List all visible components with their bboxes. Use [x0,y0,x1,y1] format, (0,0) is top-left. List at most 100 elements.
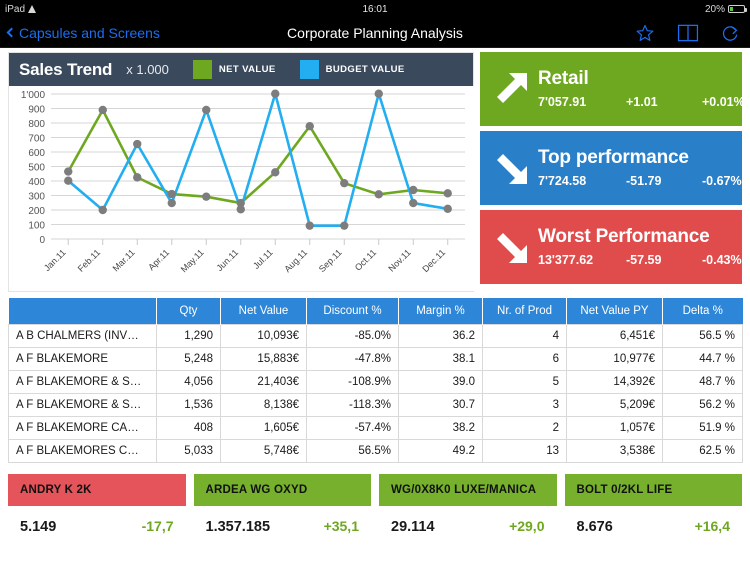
kpi-absolute: -57.59 [626,253,662,268]
row-qty: 4,056 [156,369,221,394]
svg-text:0: 0 [39,235,45,246]
product-tile-name: BOLT 0/2KL LIFE [576,484,673,496]
column-header-nr-of-prod[interactable]: Nr. of Prod [482,298,567,324]
table-row[interactable]: A F BLAKEMORE 5,248 15,883€ -47.8% 38.1 6 10,9… [8,346,743,371]
kpi-numbers: 13'377.62 -57.59 -0.43% [538,253,742,267]
table-row[interactable]: A F BLAKEMORE & S… 4,056 21,403€ -108.9% 39.… [8,369,743,394]
product-tile-delta: +29,0 [509,518,545,534]
row-delta: 56.5 % [662,323,743,348]
column-header-net-value[interactable]: Net Value [220,298,307,324]
row-net-value-py: 14,392€ [566,369,663,394]
row-nr-of-prod: 6 [482,346,567,371]
product-tile[interactable]: ANDRY K 2K 5.149 -17,7 [8,474,186,563]
kpi-card-body: Retail 7'057.91 +1.01 +0.01% [538,56,745,122]
kpi-card-top-performance[interactable]: Top performance 7'724.58 -51.79 -0.67% [480,131,742,205]
row-qty: 5,248 [156,346,221,371]
product-tile-footer: 5.149 -17,7 [8,506,186,535]
row-net-value-py: 5,209€ [566,392,663,417]
table-row[interactable]: A F BLAKEMORE CA… 408 1,605€ -57.4% 38.2 2 1,0… [8,415,743,440]
svg-text:Mar.11: Mar.11 [111,247,137,273]
svg-text:May.11: May.11 [179,247,206,274]
kpi-value: 7'057.91 [538,95,587,110]
product-tile-header: ANDRY K 2K [8,474,186,506]
row-margin: 38.1 [398,346,483,371]
product-tile-delta: +35,1 [323,518,359,534]
column-header-net-value-py[interactable]: Net Value PY [566,298,663,324]
chart-plot-area: 0 100 200 300 400 500 600 700 800 900 1'000 Jan.11 F… [9,86,475,291]
row-nr-of-prod: 5 [482,369,567,394]
data-table-container[interactable]: Qty Net Value Discount % Margin % Nr. of… [8,298,743,468]
arrow-down-right-icon [484,135,538,201]
chart-title: Sales Trend [19,59,113,79]
kpi-card-body: Worst Performance 13'377.62 -57.59 -0.43… [538,214,742,280]
table-header: Qty Net Value Discount % Margin % Nr. of… [8,298,743,324]
kpi-name: Top performance [538,146,689,168]
row-company-name: A F BLAKEMORE & S… [8,369,157,394]
product-tile[interactable]: BOLT 0/2KL LIFE 8.676 +16,4 [564,474,742,563]
row-margin: 36.2 [398,323,483,348]
svg-text:100: 100 [28,221,45,232]
product-tile[interactable]: WG/0X8K0 LUXE/MANICA 29.114 +29,0 [379,474,557,563]
legend-item-net-value: NET VALUE [192,60,276,79]
star-icon[interactable] [635,23,655,43]
row-net-value-py: 6,451€ [566,323,663,348]
product-tile-delta: -17,7 [141,518,174,534]
product-tile-value: 1.357.185 [205,519,271,535]
product-tile-name: ARDEA WG OXYD [205,484,308,496]
svg-text:800: 800 [28,119,45,130]
svg-text:Sep.11: Sep.11 [317,247,344,274]
kpi-value: 13'377.62 [538,253,594,268]
kpi-percent: -0.43% [702,253,742,268]
row-discount: -108.9% [306,369,399,394]
arrow-down-right-icon [484,214,538,280]
table-row[interactable]: A B CHALMERS (INV… 1,290 10,093€ -85.0% 36.2… [8,323,743,348]
sales-trend-chart-panel: Sales Trend x 1.000 NET VALUE BUDGET VAL… [8,52,475,292]
legend-label-net-value: NET VALUE [218,64,276,75]
row-nr-of-prod: 2 [482,415,567,440]
status-bar: iPad 16:01 20% [0,0,750,18]
kpi-numbers: 7'724.58 -51.79 -0.67% [538,174,742,188]
row-delta: 48.7 % [662,369,743,394]
table-row[interactable]: A F BLAKEMORE & S… 1,536 8,138€ -118.3% 30.7… [8,392,743,417]
product-tile-name: WG/0X8K0 LUXE/MANICA [391,484,537,496]
kpi-percent: -0.67% [702,174,742,189]
svg-text:900: 900 [28,105,45,116]
svg-text:200: 200 [28,206,45,217]
kpi-card-retail[interactable]: Retail 7'057.91 +1.01 +0.01% [480,52,745,126]
refresh-icon[interactable] [721,23,740,43]
table-row[interactable]: A F BLAKEMORES C… 5,033 5,748€ 56.5% 49.2 13 3… [8,438,743,463]
row-net-value-py: 3,538€ [566,438,663,463]
row-discount: -57.4% [306,415,399,440]
row-nr-of-prod: 4 [482,323,567,348]
product-tile-value: 29.114 [391,519,435,535]
product-tile-header: WG/0X8K0 LUXE/MANICA [379,474,557,506]
row-net-value: 15,883€ [220,346,307,371]
column-header-name[interactable] [8,298,157,324]
kpi-name: Worst Performance [538,225,710,247]
column-header-discount[interactable]: Discount % [306,298,399,324]
svg-text:Oct.11: Oct.11 [353,247,378,272]
svg-text:600: 600 [28,148,45,159]
row-nr-of-prod: 3 [482,392,567,417]
column-header-delta[interactable]: Delta % [662,298,743,324]
product-tile-list: ANDRY K 2K 5.149 -17,7 ARDEA WG OXYD 1.3… [8,474,742,563]
navigation-bar: Capsules and Screens Corporate Planning … [0,18,750,48]
svg-text:400: 400 [28,177,45,188]
product-tile-header: ARDEA WG OXYD [193,474,371,506]
kpi-card-worst-performance[interactable]: Worst Performance 13'377.62 -57.59 -0.43… [480,210,742,284]
svg-text:Dec.11: Dec.11 [420,247,447,274]
row-qty: 1,290 [156,323,221,348]
row-qty: 408 [156,415,221,440]
column-header-qty[interactable]: Qty [156,298,221,324]
book-icon[interactable] [677,24,699,42]
svg-text:500: 500 [28,163,45,174]
column-header-margin[interactable]: Margin % [398,298,483,324]
svg-text:Jul.11: Jul.11 [251,247,275,271]
svg-text:Apr.11: Apr.11 [146,247,171,272]
battery-percent: 20% [704,3,725,15]
product-tile-name: ANDRY K 2K [20,484,92,496]
product-tile[interactable]: ARDEA WG OXYD 1.357.185 +35,1 [193,474,371,563]
svg-text:Jan.11: Jan.11 [42,247,68,273]
chart-header: Sales Trend x 1.000 NET VALUE BUDGET VAL… [9,53,473,86]
row-net-value: 10,093€ [220,323,307,348]
